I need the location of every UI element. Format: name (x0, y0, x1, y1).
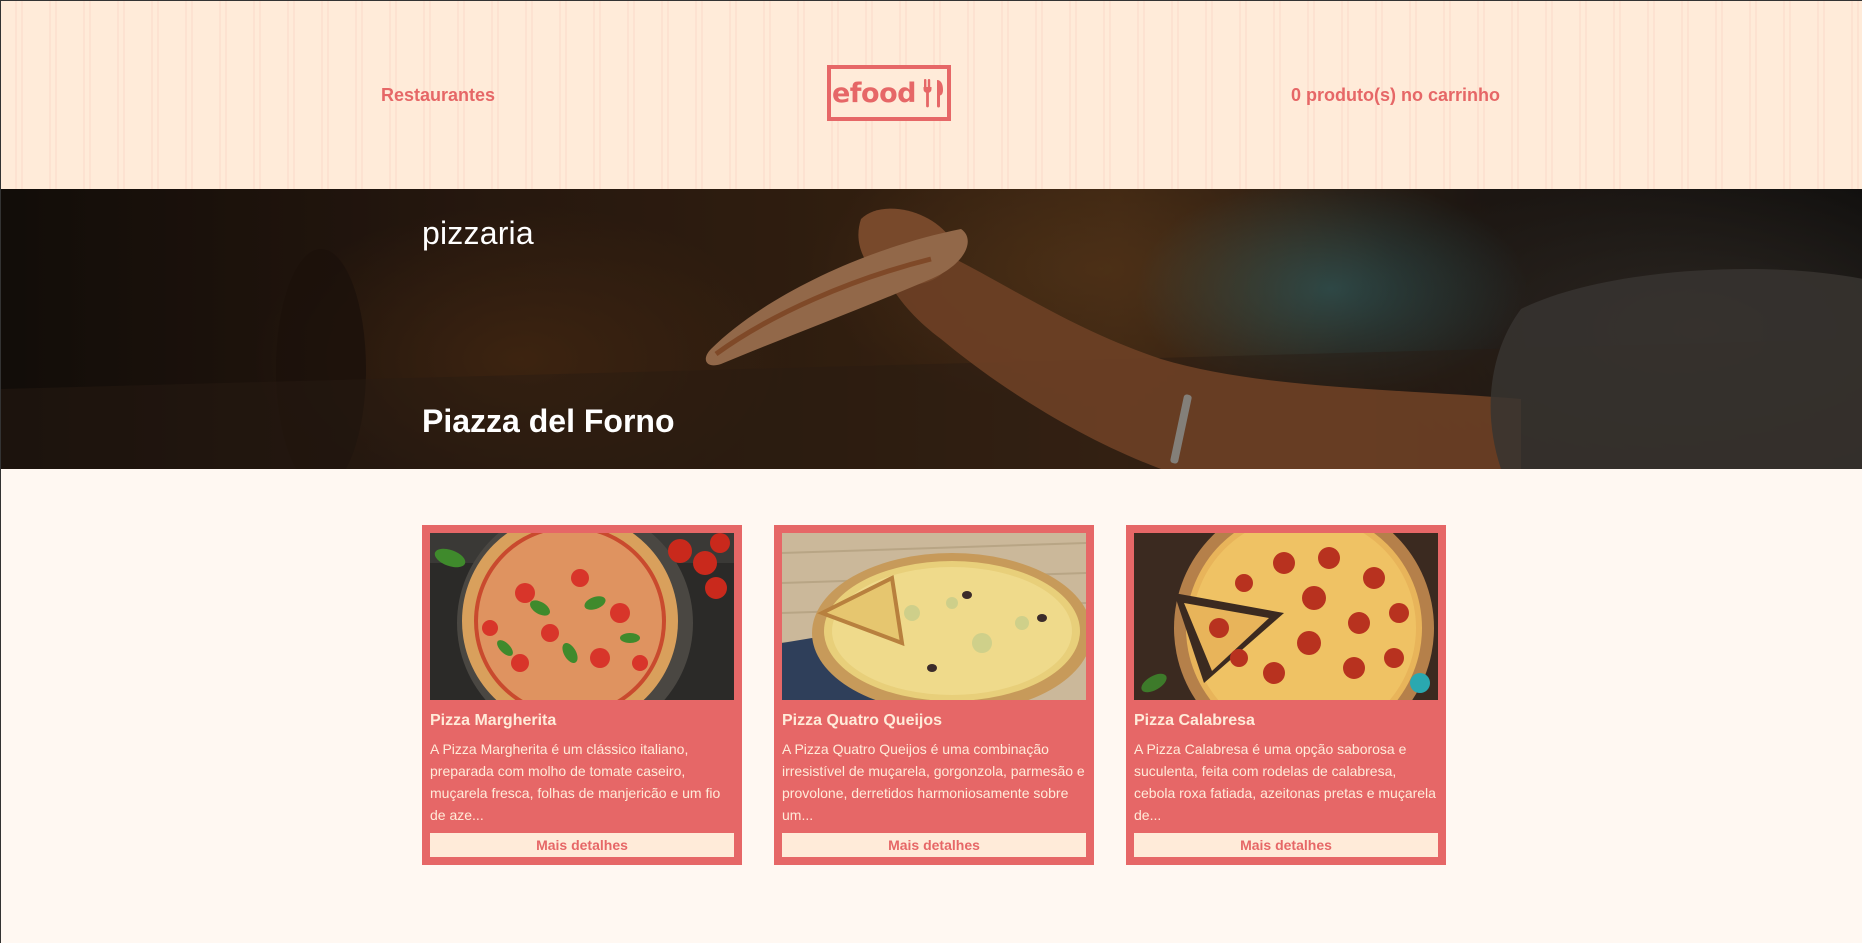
product-name: Pizza Margherita (430, 712, 557, 729)
more-details-button[interactable]: Mais detalhes (1134, 833, 1438, 857)
product-description: A Pizza Margherita é um clássico italian… (430, 741, 721, 823)
product-description: A Pizza Quatro Queijos é uma combinação … (782, 741, 1085, 823)
product-name: Pizza Calabresa (1134, 712, 1255, 729)
pizza-margherita-image (430, 533, 734, 700)
product-name: Pizza Quatro Queijos (782, 712, 943, 729)
product-description: A Pizza Calabresa é uma opção saborosa e… (1134, 741, 1436, 823)
restaurant-category: pizzaria (422, 215, 534, 251)
restaurants-link[interactable]: Restaurantes (381, 85, 495, 106)
fork-knife-icon (923, 79, 943, 108)
site-header: Restaurantes efood 0 produto(s) no carri… (1, 1, 1862, 189)
product-card: Pizza Quatro Queijos A Pizza Quatro Quei… (774, 525, 1094, 865)
restaurant-banner: pizzaria Piazza del Forno (1, 189, 1862, 469)
efood-logo[interactable]: efood (827, 65, 951, 121)
more-details-button[interactable]: Mais detalhes (430, 833, 734, 857)
product-list: Pizza Margherita A Pizza Margherita é um… (422, 525, 1446, 865)
pizza-quatro-queijos-image (782, 533, 1086, 700)
product-card: Pizza Calabresa A Pizza Calabresa é uma … (1126, 525, 1446, 865)
more-details-button[interactable]: Mais detalhes (782, 833, 1086, 857)
product-card: Pizza Margherita A Pizza Margherita é um… (422, 525, 742, 865)
restaurant-name: Piazza del Forno (422, 403, 675, 439)
cart-link[interactable]: 0 produto(s) no carrinho (1291, 85, 1500, 106)
banner-overlay (1, 189, 1862, 469)
page: Restaurantes efood 0 produto(s) no carri… (0, 0, 1862, 943)
pizza-calabresa-image (1134, 533, 1438, 700)
logo-text: efood (832, 77, 916, 109)
